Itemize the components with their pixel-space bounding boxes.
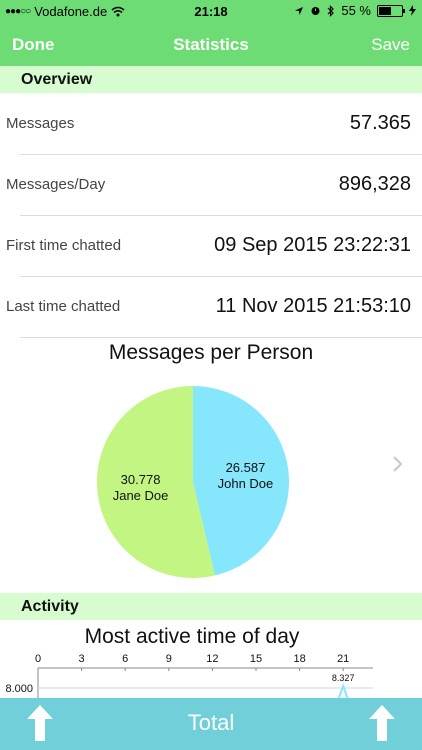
navigation-bar: Done Statistics Save <box>0 22 422 66</box>
chevron-right-icon[interactable] <box>392 454 404 474</box>
battery-icon <box>377 4 405 17</box>
messages-row: Messages 57.365 <box>0 94 422 155</box>
status-bar: ●●●○○ Vodafone.de 21:18 55 % <box>0 0 422 22</box>
bottom-bar: Total <box>0 698 422 750</box>
x-tick-label: 15 <box>250 653 262 665</box>
messages-per-person-pie-chart[interactable]: 26.587John Doe 30.778Jane Doe <box>95 384 291 580</box>
messages-per-day-row: Messages/Day 896,328 <box>0 155 422 216</box>
row-divider <box>20 337 422 338</box>
pie-chart-title: Messages per Person <box>108 341 314 364</box>
x-tick-label: 18 <box>293 653 305 665</box>
x-tick-label: 12 <box>206 653 218 665</box>
row-label: First time chatted <box>6 237 122 254</box>
row-value: 11 Nov 2015 21:53:10 <box>215 295 411 317</box>
charging-icon <box>409 5 416 16</box>
overview-section-header: Overview <box>0 66 422 93</box>
page-title: Statistics <box>173 35 249 54</box>
x-tick-label: 9 <box>166 653 172 665</box>
row-label: Messages <box>6 115 75 132</box>
activity-section-header: Activity <box>0 593 422 620</box>
battery-percent: 55 % <box>341 3 371 18</box>
x-tick-label: 21 <box>337 653 349 665</box>
pie-name-label: Jane Doe <box>113 488 169 503</box>
row-label: Last time chatted <box>6 298 121 315</box>
row-value: 896,328 <box>338 173 411 195</box>
next-arrow-icon[interactable] <box>368 704 396 742</box>
x-tick-label: 6 <box>122 653 128 665</box>
last-chatted-row: Last time chatted 11 Nov 2015 21:53:10 <box>0 277 422 338</box>
save-button[interactable]: Save <box>371 35 410 55</box>
activity-header-label: Activity <box>21 598 79 615</box>
location-icon <box>295 6 304 15</box>
pie-value-label: 26.587 <box>226 460 266 475</box>
x-tick-label: 0 <box>35 653 41 665</box>
bluetooth-icon <box>327 4 335 17</box>
activity-chart[interactable]: 0 3 6 9 12 15 18 21 8.000 8.327 <box>0 650 422 700</box>
total-label[interactable]: Total <box>0 710 422 736</box>
activity-chart-title: Most active time of day <box>84 625 300 648</box>
y-tick-label: 8.000 <box>5 683 33 695</box>
overview-header-label: Overview <box>21 71 93 88</box>
status-right: 55 % <box>294 3 416 18</box>
alarm-icon <box>311 7 320 15</box>
row-value: 09 Sep 2015 23:22:31 <box>214 234 411 256</box>
row-label: Messages/Day <box>6 176 106 193</box>
row-value: 57.365 <box>349 112 411 134</box>
x-tick-label: 3 <box>79 653 85 665</box>
peak-value-label: 8.327 <box>332 673 355 683</box>
pie-name-label: John Doe <box>218 476 274 491</box>
first-chatted-row: First time chatted 09 Sep 2015 23:22:31 <box>0 216 422 277</box>
pie-value-label: 30.778 <box>121 472 161 487</box>
